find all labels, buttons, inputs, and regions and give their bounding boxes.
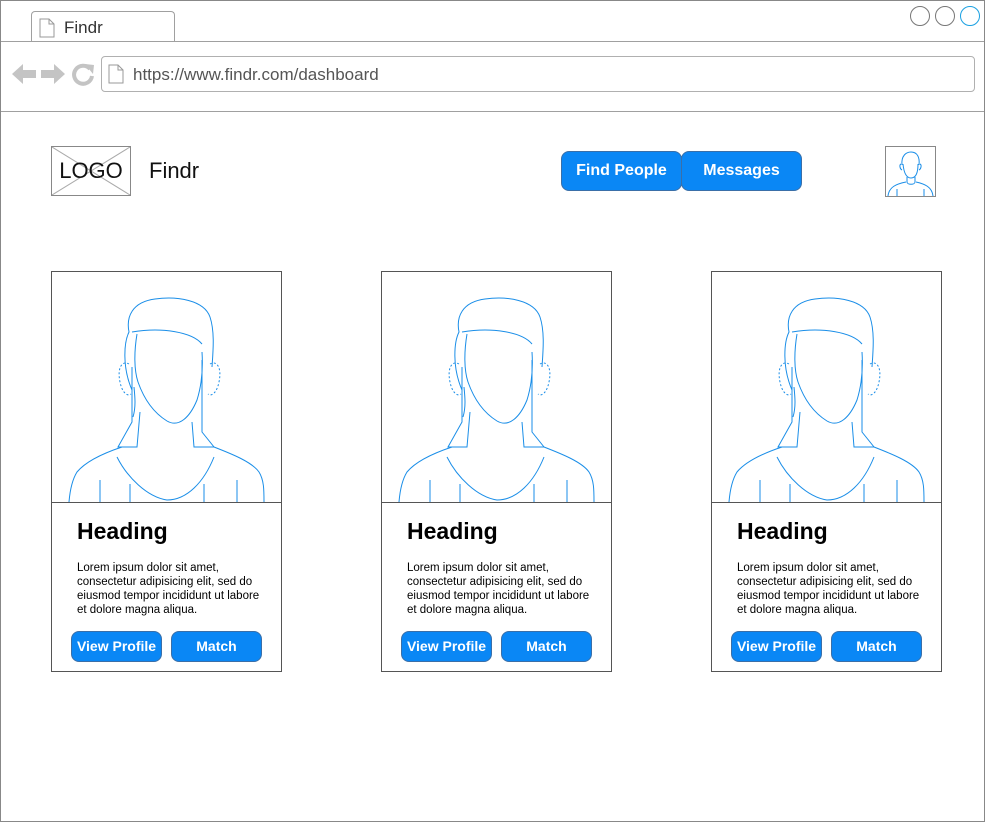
reload-icon[interactable] — [71, 62, 95, 91]
tab-strip-divider — [1, 41, 984, 42]
minimize-button[interactable] — [910, 6, 930, 26]
card-heading: Heading — [737, 518, 828, 544]
page-icon — [39, 18, 55, 43]
find-people-button[interactable]: Find People — [561, 151, 682, 191]
browser-tab[interactable]: Findr — [31, 11, 175, 41]
toolbar-divider — [1, 111, 984, 112]
profile-card: Heading Lorem ipsum dolor sit amet, cons… — [711, 271, 942, 672]
card-heading: Heading — [77, 518, 168, 544]
close-button[interactable] — [960, 6, 980, 26]
url-text: https://www.findr.com/dashboard — [133, 65, 379, 84]
card-heading: Heading — [407, 518, 498, 544]
view-profile-button[interactable]: View Profile — [401, 631, 492, 662]
profile-card: Heading Lorem ipsum dolor sit amet, cons… — [51, 271, 282, 672]
card-description: Lorem ipsum dolor sit amet, consectetur … — [77, 562, 260, 616]
logo: LOGO — [51, 146, 131, 196]
card-description: Lorem ipsum dolor sit amet, consectetur … — [407, 562, 590, 616]
back-arrow-icon[interactable] — [12, 62, 36, 91]
card-description: Lorem ipsum dolor sit amet, consectetur … — [737, 562, 920, 616]
tab-title: Findr — [64, 18, 103, 37]
match-button[interactable]: Match — [831, 631, 922, 662]
forward-arrow-icon[interactable] — [41, 62, 65, 91]
user-avatar-icon[interactable] — [885, 146, 936, 197]
woman-portrait-icon — [712, 272, 941, 503]
view-profile-button[interactable]: View Profile — [731, 631, 822, 662]
page-icon — [108, 64, 124, 89]
match-button[interactable]: Match — [171, 631, 262, 662]
address-bar[interactable]: https://www.findr.com/dashboard — [101, 56, 975, 92]
woman-portrait-icon — [382, 272, 611, 503]
browser-window: Findr https://www.findr.com/dashboard LO… — [0, 0, 985, 822]
match-button[interactable]: Match — [501, 631, 592, 662]
logo-text: LOGO — [59, 158, 123, 183]
woman-portrait-icon — [52, 272, 281, 503]
maximize-button[interactable] — [935, 6, 955, 26]
profile-card: Heading Lorem ipsum dolor sit amet, cons… — [381, 271, 612, 672]
brand-name: Findr — [149, 158, 200, 183]
messages-button[interactable]: Messages — [681, 151, 802, 191]
view-profile-button[interactable]: View Profile — [71, 631, 162, 662]
